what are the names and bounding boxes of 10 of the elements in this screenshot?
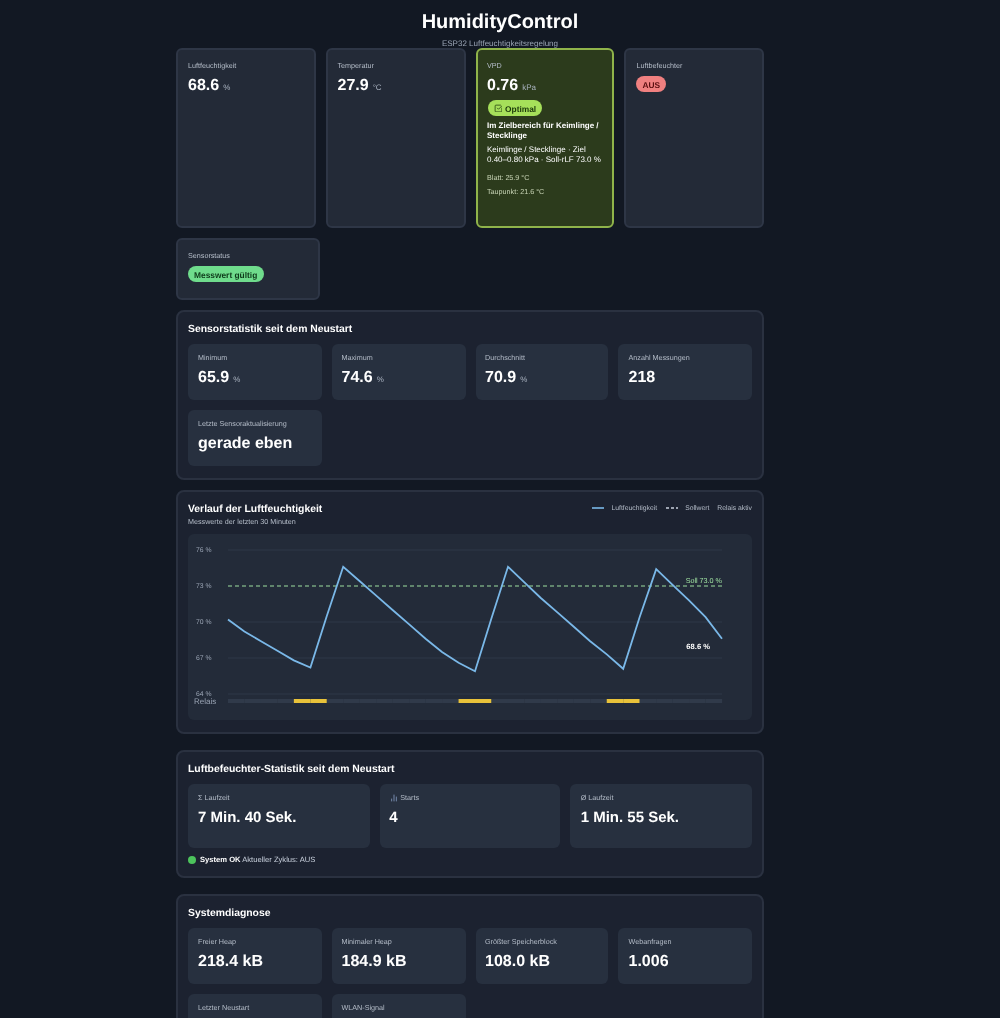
legend-dash-icon: [665, 506, 678, 510]
check-icon: [493, 103, 502, 113]
value-text: 108.0 kB: [485, 952, 552, 970]
app-title: HumidityControl: [421, 12, 579, 34]
value-text: 218: [628, 368, 658, 386]
value-text: 218.4 kB: [198, 952, 265, 970]
legend-line-icon: [591, 506, 604, 510]
value-text: gerade eben: [198, 434, 295, 452]
value-text: 1.006: [628, 952, 671, 970]
value-text: 184.9 kB: [341, 952, 409, 970]
